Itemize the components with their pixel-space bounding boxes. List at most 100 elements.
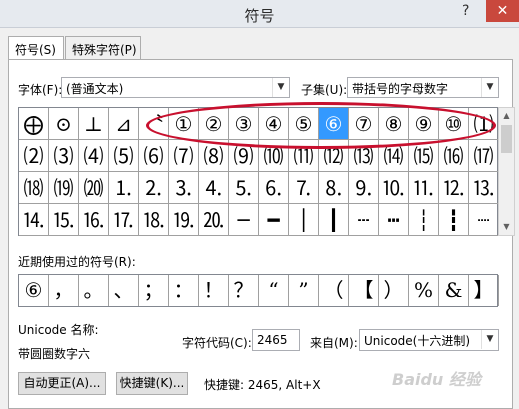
symbol-cell[interactable]: ⒌ <box>229 172 259 204</box>
symbol-cell[interactable]: ⑸ <box>109 140 139 172</box>
symbol-cell[interactable]: ⒈ <box>109 172 139 204</box>
subset-select[interactable]: 带括号的字母数字 ▼ <box>347 77 499 98</box>
shortcut-key-button[interactable]: 快捷键(K)... <box>116 372 188 395</box>
scroll-down-icon[interactable]: ▼ <box>499 219 514 235</box>
symbol-cell[interactable]: ⒊ <box>169 172 199 204</box>
recent-symbol-cell[interactable]: & <box>439 275 469 306</box>
symbol-cell[interactable]: ┄ <box>349 204 379 236</box>
symbol-cell[interactable]: ⒍ <box>259 172 289 204</box>
symbol-cell[interactable]: ─ <box>229 204 259 236</box>
scroll-thumb[interactable] <box>501 125 512 153</box>
chevron-down-icon[interactable]: ▼ <box>481 330 498 349</box>
recent-symbol-cell[interactable]: 、 <box>109 275 139 306</box>
recent-symbol-cell[interactable]: % <box>409 275 439 306</box>
symbol-cell[interactable]: ⒐ <box>349 172 379 204</box>
font-select-value: (普通文本) <box>66 82 124 96</box>
close-icon[interactable]: ✕ <box>486 0 519 22</box>
symbol-cell[interactable]: ③ <box>229 108 259 140</box>
symbol-cell[interactable]: ⒒ <box>409 172 439 204</box>
symbol-cell[interactable]: ⑻ <box>199 140 229 172</box>
symbol-cell[interactable]: ⊥ <box>79 108 109 140</box>
symbol-cell[interactable]: ⒆ <box>49 172 79 204</box>
tab-symbols[interactable]: 符号(S) <box>8 36 64 61</box>
symbol-cell[interactable]: ④ <box>259 108 289 140</box>
character-code-input[interactable]: 2465 <box>252 329 300 351</box>
tab-special-characters[interactable]: 特殊字符(P) <box>65 36 141 60</box>
recent-symbol-cell[interactable]: “ <box>259 275 289 306</box>
recent-symbol-cell[interactable]: ； <box>139 275 169 306</box>
recent-symbol-cell[interactable]: （ <box>319 275 349 306</box>
from-select[interactable]: Unicode(十六进制) ▼ <box>359 329 499 351</box>
recent-symbol-cell[interactable]: ？ <box>229 275 259 306</box>
font-select[interactable]: (普通文本) ▼ <box>61 77 290 98</box>
symbol-cell[interactable]: ⒃ <box>439 140 469 172</box>
symbol-cell[interactable]: ⒄ <box>469 140 499 172</box>
recent-symbol-cell[interactable]: ⑥ <box>19 275 49 306</box>
symbol-cell[interactable]: 〝 <box>139 108 169 140</box>
recent-symbol-cell[interactable]: ” <box>289 275 319 306</box>
symbol-cell[interactable]: ⑤ <box>289 108 319 140</box>
symbol-cell[interactable]: ⑷ <box>79 140 109 172</box>
symbol-cell[interactable]: ⒙ <box>139 204 169 236</box>
chevron-down-icon[interactable]: ▼ <box>272 78 289 97</box>
chevron-down-icon[interactable]: ▼ <box>481 78 498 97</box>
symbol-cell[interactable]: ⒘ <box>109 204 139 236</box>
autocorrect-button[interactable]: 自动更正(A)... <box>18 372 106 395</box>
symbol-cell[interactable]: ┆ <box>409 204 439 236</box>
symbol-cell[interactable]: ⒏ <box>319 172 349 204</box>
symbol-cell[interactable]: ┅ <box>379 204 409 236</box>
symbol-cell[interactable]: ⒂ <box>409 140 439 172</box>
symbol-cell[interactable]: ⊿ <box>109 108 139 140</box>
symbol-cell[interactable]: ⒀ <box>349 140 379 172</box>
recent-symbol-cell[interactable]: 】 <box>469 275 499 306</box>
recent-symbol-cell[interactable]: ！ <box>199 275 229 306</box>
symbol-cell[interactable]: ⑼ <box>229 140 259 172</box>
symbol-grid-scrollbar[interactable]: ▲ ▼ <box>498 107 515 236</box>
recent-symbol-cell[interactable]: 。 <box>79 275 109 306</box>
symbol-cell[interactable]: ⑨ <box>409 108 439 140</box>
symbol-cell[interactable]: ⒔ <box>469 172 499 204</box>
symbol-cell[interactable]: ⑹ <box>139 140 169 172</box>
symbol-cell[interactable]: ⒎ <box>289 172 319 204</box>
symbol-cell[interactable]: ⒁ <box>379 140 409 172</box>
recent-symbol-cell[interactable]: 【 <box>349 275 379 306</box>
symbol-cell[interactable]: ⒓ <box>439 172 469 204</box>
scroll-up-icon[interactable]: ▲ <box>499 108 514 124</box>
symbol-cell[interactable]: ⑩ <box>439 108 469 140</box>
symbol-cell[interactable]: ② <box>199 108 229 140</box>
symbol-cell[interactable]: ⨁ <box>19 108 49 140</box>
symbol-cell[interactable]: ┃ <box>319 204 349 236</box>
help-icon[interactable]: ? <box>462 3 469 19</box>
symbol-cell[interactable]: ⑦ <box>349 108 379 140</box>
symbol-cell[interactable]: ┈ <box>469 204 499 236</box>
symbol-cell[interactable]: ⑧ <box>379 108 409 140</box>
symbol-cell[interactable]: ━ <box>259 204 289 236</box>
symbol-cell[interactable]: ⑺ <box>169 140 199 172</box>
symbol-cell[interactable]: ⒕ <box>19 204 49 236</box>
recent-symbol-cell[interactable]: ） <box>379 275 409 306</box>
symbol-cell[interactable]: ⑵ <box>19 140 49 172</box>
symbol-cell[interactable]: ⑶ <box>49 140 79 172</box>
symbol-cell[interactable]: ⒉ <box>139 172 169 204</box>
from-select-value: Unicode(十六进制) <box>364 334 471 348</box>
symbol-cell[interactable]: ⒅ <box>19 172 49 204</box>
symbol-cell[interactable]: ⒑ <box>379 172 409 204</box>
symbol-cell[interactable]: ⒗ <box>79 204 109 236</box>
symbol-cell[interactable]: ⑾ <box>289 140 319 172</box>
recent-symbol-cell[interactable]: ， <box>49 275 79 306</box>
symbol-cell[interactable]: ⒖ <box>49 204 79 236</box>
symbol-cell[interactable]: ⊙ <box>49 108 79 140</box>
symbol-cell[interactable]: ┇ <box>439 204 469 236</box>
symbol-cell[interactable]: ⒚ <box>169 204 199 236</box>
symbol-cell[interactable]: │ <box>289 204 319 236</box>
window-title: 符号 <box>244 7 275 25</box>
symbol-cell[interactable]: ⒛ <box>199 204 229 236</box>
symbol-cell[interactable]: ⑿ <box>319 140 349 172</box>
symbol-cell[interactable]: ⑥ <box>319 108 349 140</box>
symbol-cell[interactable]: ⒋ <box>199 172 229 204</box>
recent-symbol-cell[interactable]: ： <box>169 275 199 306</box>
symbol-cell[interactable]: ⑽ <box>259 140 289 172</box>
symbol-cell[interactable]: ⒇ <box>79 172 109 204</box>
symbol-cell[interactable]: ① <box>169 108 199 140</box>
symbol-cell[interactable]: ⑴ <box>469 108 499 140</box>
